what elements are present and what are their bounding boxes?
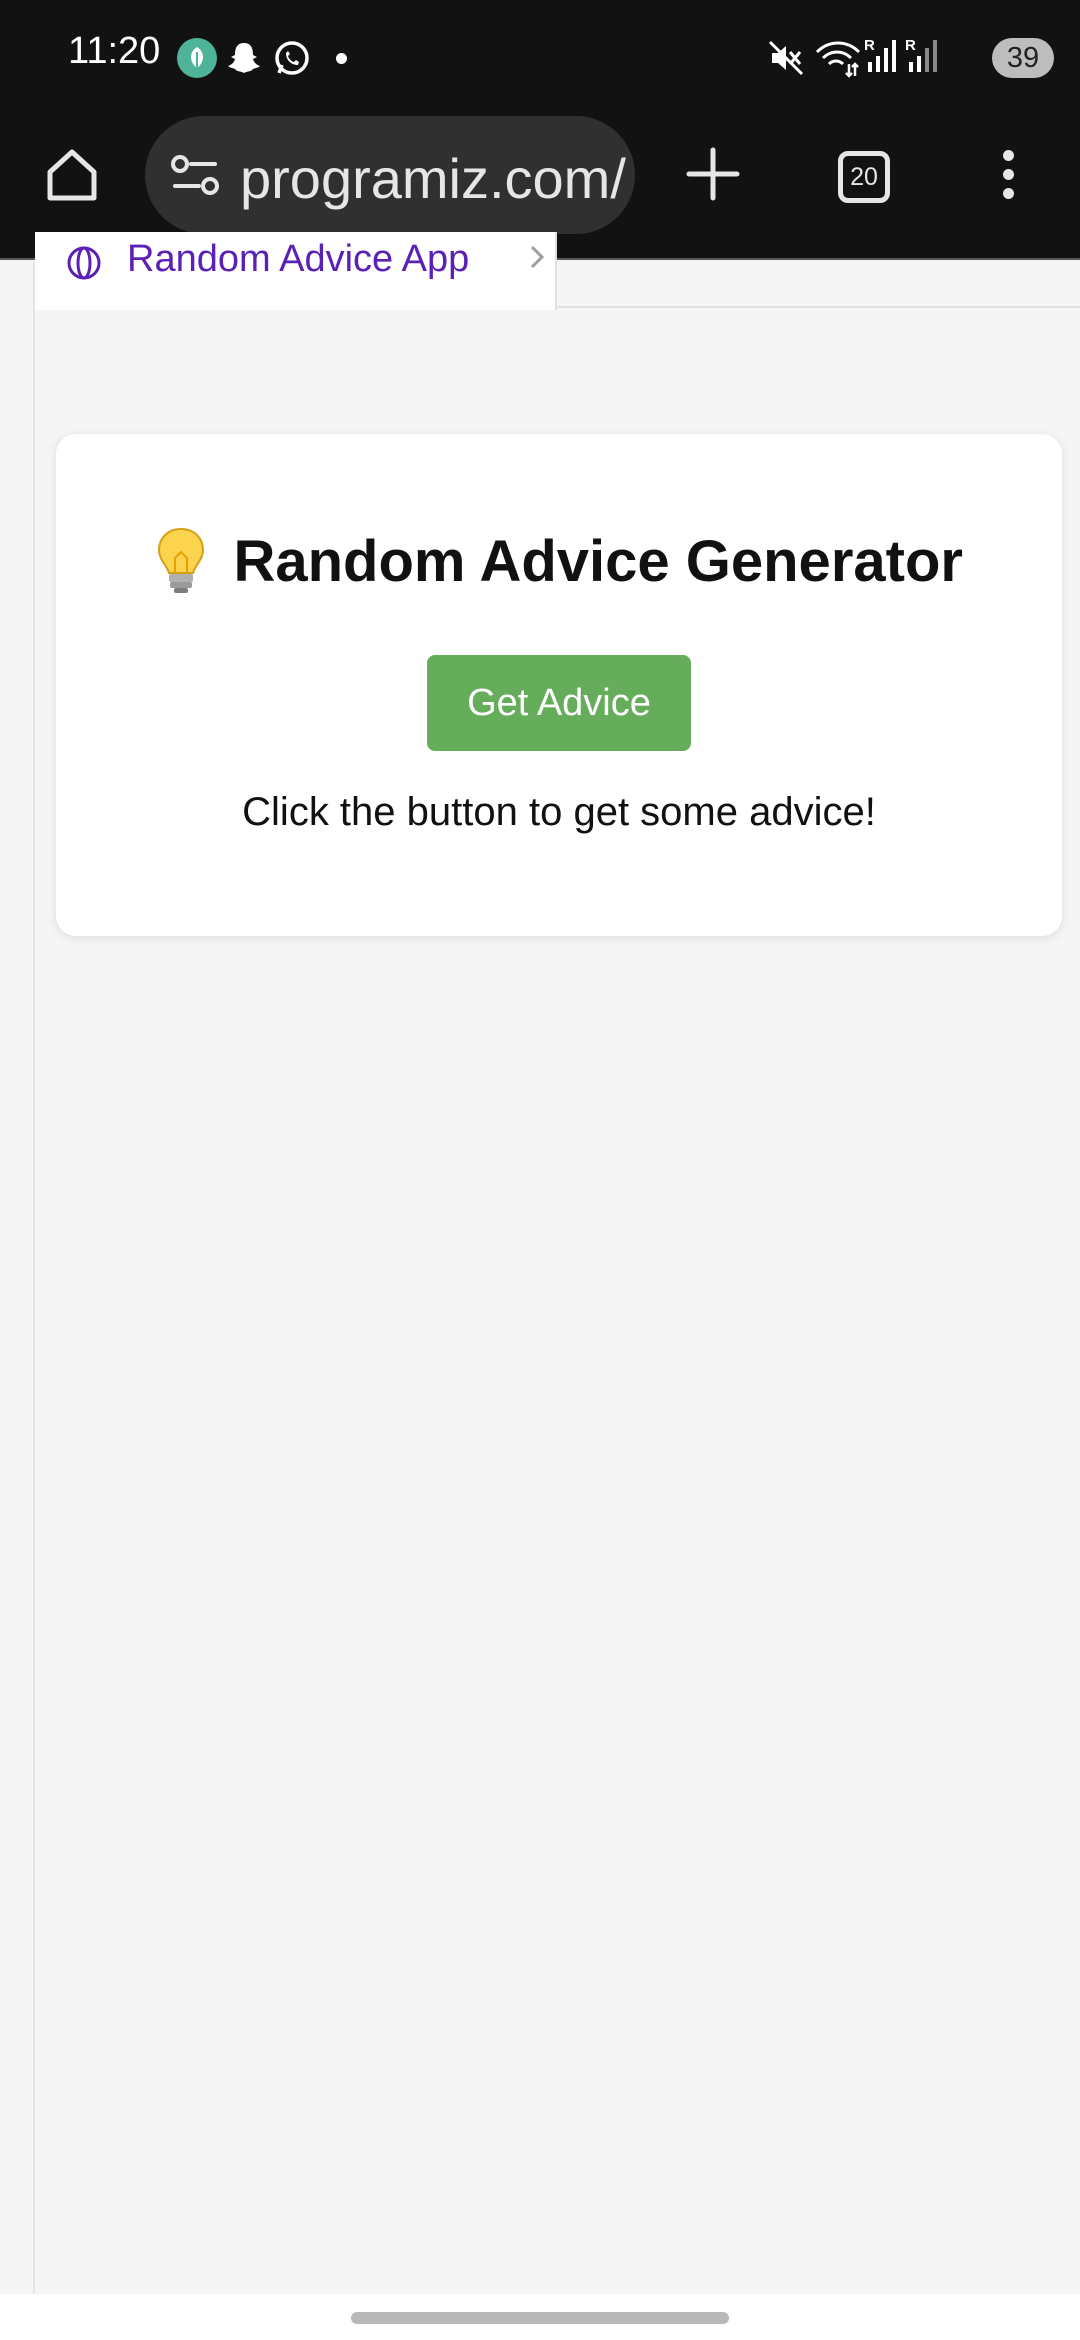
editor-tab-strip: Random Advice App <box>0 232 1080 310</box>
home-icon[interactable] <box>42 144 102 204</box>
more-notifications-dot <box>336 53 347 64</box>
more-menu-icon[interactable] <box>996 150 1020 206</box>
advice-text: Click the button to get some advice! <box>242 790 876 834</box>
signal-r-icon: R <box>864 37 896 72</box>
battery-indicator: 39 <box>992 38 1054 78</box>
svg-text:R: R <box>905 37 916 54</box>
advice-card: Random Advice Generator Get Advice Click… <box>56 434 1062 936</box>
site-settings-icon[interactable] <box>171 154 219 196</box>
tab-switcher-button[interactable]: 20 <box>838 151 890 203</box>
file-tab-random-advice-app[interactable]: Random Advice App <box>35 232 557 310</box>
globe-icon <box>67 246 101 280</box>
status-time: 11:20 <box>68 30 161 72</box>
status-bar: 11:20 R R 39 <box>0 0 1080 110</box>
wifi-icon <box>815 41 861 78</box>
new-tab-icon[interactable] <box>685 146 741 202</box>
get-advice-button[interactable]: Get Advice <box>427 655 691 751</box>
page-content: Random Advice App Random Advice Generato… <box>0 232 1080 2294</box>
leaf-app-icon <box>177 38 217 78</box>
left-gutter <box>0 262 35 2294</box>
whatsapp-icon <box>272 38 312 78</box>
url-text: programiz.com/ <box>240 147 626 210</box>
card-title: Random Advice Generator <box>233 528 963 594</box>
gesture-area <box>0 2294 1080 2340</box>
svg-text:R: R <box>864 37 875 54</box>
light-bulb-icon <box>158 527 205 593</box>
file-tab-label: Random Advice App <box>127 238 470 280</box>
address-bar[interactable]: programiz.com/ <box>145 116 635 234</box>
mute-icon <box>768 40 804 76</box>
gesture-handle[interactable] <box>351 2312 729 2324</box>
chevron-right-icon <box>530 245 545 269</box>
card-title-row: Random Advice Generator <box>56 526 1062 596</box>
signal-r-icon: R <box>905 37 937 72</box>
snapchat-icon <box>224 38 264 78</box>
